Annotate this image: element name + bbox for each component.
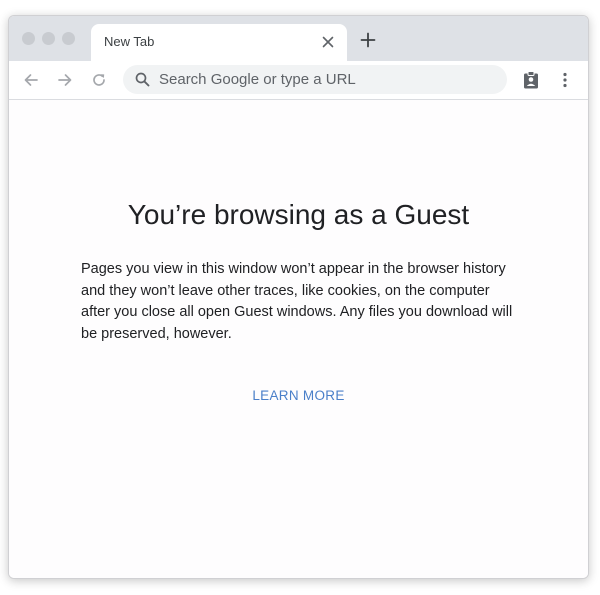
reload-icon[interactable] bbox=[89, 70, 109, 90]
tab-title: New Tab bbox=[104, 34, 155, 49]
window-close-button[interactable] bbox=[22, 32, 35, 45]
omnibox[interactable] bbox=[123, 65, 507, 94]
kebab-menu-icon[interactable] bbox=[555, 70, 575, 90]
close-icon[interactable] bbox=[320, 34, 336, 50]
learn-more-link[interactable]: LEARN MORE bbox=[9, 388, 588, 403]
plus-icon[interactable] bbox=[358, 30, 378, 50]
search-icon bbox=[135, 72, 150, 87]
guest-page: You’re browsing as a Guest Pages you vie… bbox=[9, 100, 588, 578]
browser-window: New Tab Search Google or type a URL You’… bbox=[8, 15, 589, 579]
tab-strip: New Tab bbox=[9, 16, 588, 61]
tab-new-tab[interactable]: New Tab bbox=[91, 24, 347, 61]
guest-profile-icon[interactable] bbox=[521, 70, 541, 90]
window-minimize-button[interactable] bbox=[42, 32, 55, 45]
arrow-left-icon[interactable] bbox=[21, 70, 41, 90]
guest-description: Pages you view in this window won’t appe… bbox=[81, 261, 513, 342]
arrow-right-icon[interactable] bbox=[55, 70, 75, 90]
search-input[interactable] bbox=[159, 65, 489, 94]
window-maximize-button[interactable] bbox=[62, 32, 75, 45]
toolbar bbox=[9, 61, 588, 100]
page-title: You’re browsing as a Guest bbox=[127, 199, 470, 230]
